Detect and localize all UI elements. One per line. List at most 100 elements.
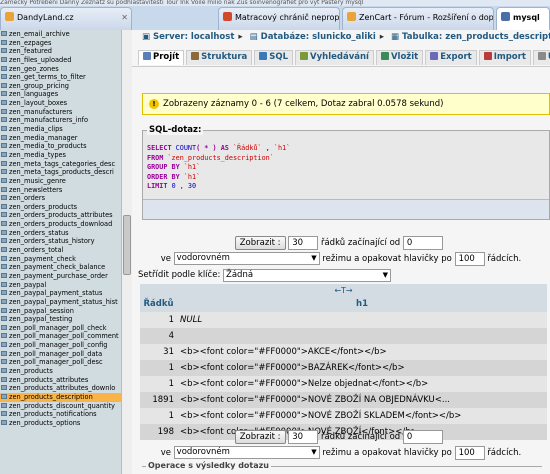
tab-import[interactable]: Import: [478, 50, 531, 65]
sidebar-item-label: zen_poll_manager_poll_comment: [9, 332, 119, 341]
table-icon: [1, 56, 7, 62]
repeat-input-bottom[interactable]: 100: [454, 446, 485, 460]
rows-input-bottom[interactable]: 30: [288, 430, 319, 444]
sidebar-item-zen_featured[interactable]: zen_featured: [0, 47, 121, 56]
sidebar-item-zen_languages[interactable]: zen_languages: [0, 90, 121, 99]
sidebar-item-zen_get_terms_to_filter[interactable]: zen_get_terms_to_filter: [0, 73, 121, 82]
start-input[interactable]: 0: [402, 236, 443, 250]
cell-h1: <b><font color="#FF0000">AKCE</font></b>: [177, 344, 547, 360]
sidebar-item-zen_layout_boxes[interactable]: zen_layout_boxes: [0, 99, 121, 108]
tab-insert[interactable]: Vložit: [375, 50, 424, 65]
sort-select[interactable]: Žádná ▼: [223, 269, 392, 282]
sidebar-item-zen_music_genre[interactable]: zen_music_genre: [0, 177, 121, 186]
sidebar-item-zen_payment_check[interactable]: zen_payment_check: [0, 255, 121, 264]
sidebar-item-label: zen_paypal_testing: [9, 315, 73, 324]
breadcrumb-server[interactable]: Server: localhost: [153, 32, 234, 42]
browser-tab[interactable]: DandyLand.cz ✕: [0, 7, 132, 30]
sidebar-item-zen_orders_total[interactable]: zen_orders_total: [0, 246, 121, 255]
show-button[interactable]: Zobrazit :: [234, 236, 286, 250]
table-row: 1 <b><font color="#FF0000">BAZÁREK</font>…: [140, 360, 547, 376]
chevron-right-icon: ▸: [379, 32, 385, 42]
tab-sql[interactable]: SQL: [254, 50, 294, 65]
sidebar-item-zen_products_attributes[interactable]: zen_products_attributes: [0, 376, 121, 385]
sidebar-item-zen_geo_zones[interactable]: zen_geo_zones: [0, 65, 121, 74]
cell-h1: [177, 328, 547, 344]
browser-tab[interactable]: Matracový chránič nepropustný 200...: [218, 7, 340, 30]
sidebar-item-zen_poll_manager_poll_config[interactable]: zen_poll_manager_poll_config: [0, 341, 121, 350]
tab-search[interactable]: Vyhledávání: [295, 50, 374, 65]
sidebar-item-zen_poll_manager_poll_data[interactable]: zen_poll_manager_poll_data: [0, 350, 121, 359]
sql-icon: [259, 52, 268, 60]
table-icon: [1, 255, 7, 261]
sidebar-item-zen_products_notifications[interactable]: zen_products_notifications: [0, 410, 121, 419]
show-button-bottom[interactable]: Zobrazit :: [234, 430, 286, 444]
sidebar-item-zen_paypal[interactable]: zen_paypal: [0, 281, 121, 290]
sidebar-item-zen_payment_check_balance[interactable]: zen_payment_check_balance: [0, 263, 121, 272]
table-icon: [1, 229, 7, 235]
table-icon: [1, 169, 7, 175]
sidebar-item-zen_newsletters[interactable]: zen_newsletters: [0, 186, 121, 195]
mode-select-bottom[interactable]: vodorovném ▼: [173, 446, 320, 459]
sidebar-scrollbar[interactable]: [121, 30, 132, 474]
tab-browse[interactable]: Projít: [138, 50, 185, 65]
sidebar-item-label: zen_meta_tags_products_descri: [9, 168, 114, 177]
sidebar-item-zen_orders_status_history[interactable]: zen_orders_status_history: [0, 237, 121, 246]
table-icon: [1, 108, 7, 114]
sidebar-item-zen_paypal_payment_status[interactable]: zen_paypal_payment_status: [0, 289, 121, 298]
sidebar-item-zen_paypal_testing[interactable]: zen_paypal_testing: [0, 315, 121, 324]
navigation-row: Zobrazit : 30 řádků začínající od 0: [146, 236, 443, 250]
sidebar-item-zen_paypal_payment_status_hist[interactable]: zen_paypal_payment_status_hist: [0, 298, 121, 307]
sidebar-item-zen_group_pricing[interactable]: zen_group_pricing: [0, 82, 121, 91]
sidebar-item-zen_orders_products_download[interactable]: zen_orders_products_download: [0, 220, 121, 229]
sidebar-item-zen_products_options[interactable]: zen_products_options: [0, 419, 121, 428]
sidebar-item-zen_media_manager[interactable]: zen_media_manager: [0, 134, 121, 143]
sql-line: ORDER BY `h1`: [147, 173, 290, 183]
sidebar-item-zen_media_types[interactable]: zen_media_types: [0, 151, 121, 160]
sidebar-item-zen_meta_tags_products_descri[interactable]: zen_meta_tags_products_descri: [0, 168, 121, 177]
sidebar-item-zen_manufacturers_info[interactable]: zen_manufacturers_info: [0, 116, 121, 125]
sidebar-item-zen_orders[interactable]: zen_orders: [0, 194, 121, 203]
mode-select[interactable]: vodorovném ▼: [173, 252, 320, 265]
rows-input[interactable]: 30: [288, 236, 319, 250]
breadcrumb-database[interactable]: Databáze: slunicko_aliki: [261, 32, 376, 42]
column-arrows[interactable]: ←T→: [140, 284, 547, 296]
column-header-count[interactable]: Řádků: [140, 296, 177, 312]
browser-tab-bar: Zamecky Potrebeni Danny Zeznatz su podhl…: [0, 0, 550, 30]
sidebar-item-zen_manufacturers[interactable]: zen_manufacturers: [0, 108, 121, 117]
breadcrumb-table[interactable]: Tabulka: zen_products_description: [402, 32, 550, 42]
tab-export[interactable]: Export: [425, 50, 477, 65]
column-header-h1[interactable]: h1: [177, 296, 547, 312]
sidebar-item-zen_paypal_session[interactable]: zen_paypal_session: [0, 307, 121, 316]
sidebar-item-zen_products[interactable]: zen_products: [0, 367, 121, 376]
sidebar-item-label: zen_languages: [9, 90, 59, 99]
sidebar-item-zen_products_description[interactable]: zen_products_description: [0, 392, 121, 402]
browser-tab[interactable]: ZenCart - Fórum - Rozšíření o dopl...: [342, 7, 494, 30]
sidebar-item-zen_orders_products_attributes[interactable]: zen_orders_products_attributes: [0, 211, 121, 220]
sidebar-item-zen_products_attributes_downlo[interactable]: zen_products_attributes_downlo: [0, 384, 121, 393]
sidebar-item-zen_email_archive[interactable]: zen_email_archive: [0, 30, 121, 39]
browser-tab-active[interactable]: mysql: [496, 7, 550, 30]
sidebar-item-zen_media_to_products[interactable]: zen_media_to_products: [0, 142, 121, 151]
sidebar-item-zen_poll_manager_poll_desc[interactable]: zen_poll_manager_poll_desc: [0, 358, 121, 367]
tab-operations[interactable]: Úp: [532, 50, 550, 65]
tab-structure[interactable]: Struktura: [186, 50, 253, 65]
sidebar-item-zen_products_discount_quantity[interactable]: zen_products_discount_quantity: [0, 402, 121, 411]
sort-label: Setřídit podle klíče:: [138, 270, 221, 280]
sidebar-item-zen_files_uploaded[interactable]: zen_files_uploaded: [0, 56, 121, 65]
sidebar-item-zen_poll_manager_poll_check[interactable]: zen_poll_manager_poll_check: [0, 324, 121, 333]
scrollbar-thumb[interactable]: [123, 215, 131, 275]
sidebar-item-zen_poll_manager_poll_comment[interactable]: zen_poll_manager_poll_comment: [0, 332, 121, 341]
table-icon: [1, 367, 7, 373]
table-icon: [1, 151, 7, 157]
sidebar-item-zen_payment_purchase_order[interactable]: zen_payment_purchase_order: [0, 272, 121, 281]
repeat-input[interactable]: 100: [454, 252, 485, 266]
close-icon[interactable]: ✕: [121, 13, 128, 22]
sidebar-item-zen_orders_status[interactable]: zen_orders_status: [0, 229, 121, 238]
sidebar-item-zen_ezpages[interactable]: zen_ezpages: [0, 39, 121, 48]
sidebar-item-label: zen_poll_manager_poll_config: [9, 341, 108, 350]
sidebar-item-zen_meta_tags_categories_desc[interactable]: zen_meta_tags_categories_desc: [0, 160, 121, 169]
sidebar-item-zen_media_clips[interactable]: zen_media_clips: [0, 125, 121, 134]
sidebar-item-zen_orders_products[interactable]: zen_orders_products: [0, 203, 121, 212]
chevron-down-icon: ▼: [311, 448, 317, 456]
start-input-bottom[interactable]: 0: [402, 430, 443, 444]
